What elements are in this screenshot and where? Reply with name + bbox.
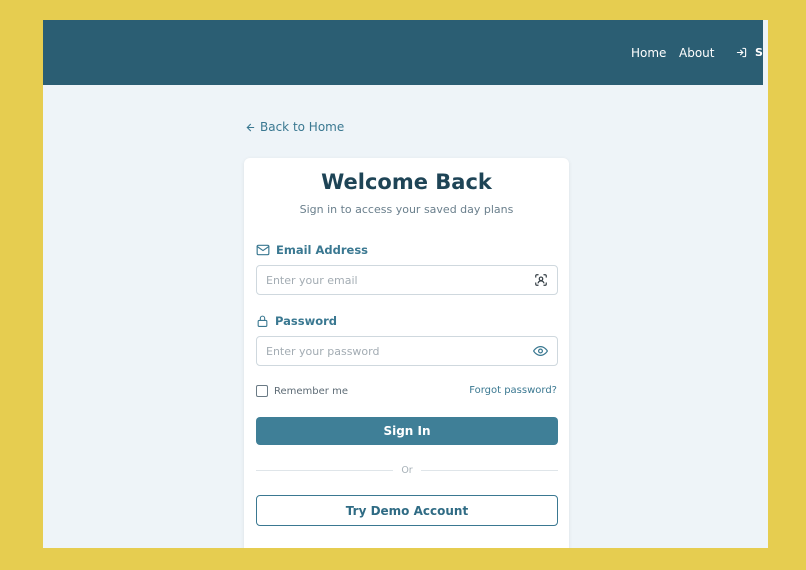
remember-me-label: Remember me [274, 385, 348, 397]
password-label: Password [256, 314, 337, 328]
login-card: Welcome Back Sign in to access your save… [244, 158, 569, 548]
login-subtitle: Sign in to access your saved day plans [299, 203, 514, 216]
app-window: Home About Si Back to Home Welcome Back … [43, 20, 768, 548]
nav-sign-in-label: Si [755, 46, 763, 59]
remember-me-checkbox[interactable] [256, 385, 268, 397]
nav-home-link[interactable]: Home [631, 20, 666, 85]
password-placeholder: Enter your password [266, 344, 380, 358]
log-in-icon [736, 47, 747, 58]
email-label-text: Email Address [276, 243, 369, 257]
try-demo-button[interactable]: Try Demo Account [256, 495, 558, 526]
contact-scan-icon[interactable] [534, 273, 548, 287]
back-link-label: Back to Home [260, 120, 345, 134]
forgot-password-link[interactable]: Forgot password? [469, 385, 557, 396]
lock-icon [257, 315, 268, 327]
or-divider: Or [256, 464, 559, 476]
nav-sign-in-link[interactable]: Si [736, 20, 763, 85]
sign-in-button[interactable]: Sign In [256, 417, 558, 445]
remember-me[interactable]: Remember me [256, 385, 348, 397]
arrow-left-icon [246, 123, 255, 131]
mail-icon [256, 244, 270, 256]
login-title: Welcome Back [321, 170, 492, 194]
email-field[interactable]: Enter your email [256, 265, 558, 295]
nav-about-link[interactable]: About [679, 20, 714, 85]
email-label: Email Address [256, 243, 368, 257]
password-label-text: Password [275, 314, 337, 328]
divider-line-right [420, 469, 559, 471]
password-field[interactable]: Enter your password [256, 336, 558, 366]
divider-line-left [256, 469, 394, 471]
eye-icon[interactable] [533, 345, 548, 357]
top-navbar: Home About Si [43, 20, 763, 85]
back-to-home-link[interactable]: Back to Home [245, 120, 344, 134]
divider-text: Or [401, 464, 413, 476]
email-placeholder: Enter your email [266, 273, 358, 287]
